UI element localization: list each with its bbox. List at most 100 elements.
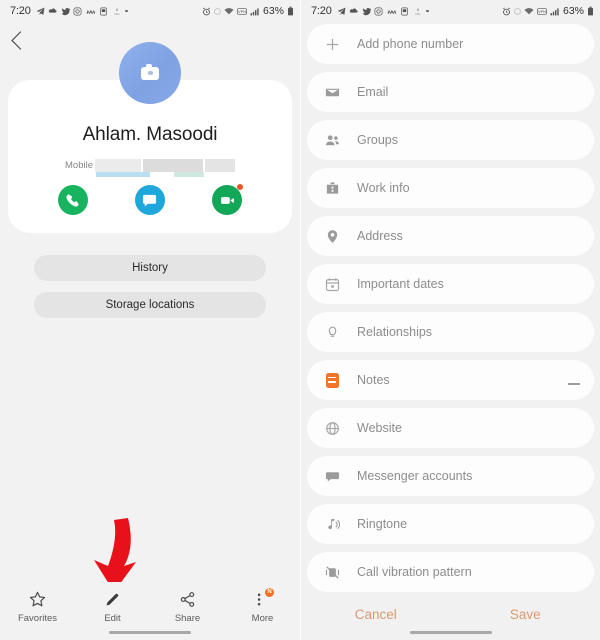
message-icon	[143, 194, 157, 206]
status-bar-system-icons: VPN 63%	[202, 5, 294, 17]
twitter-icon	[362, 7, 371, 16]
field-label: Email	[357, 85, 389, 99]
more-dots-icon: N	[254, 588, 274, 608]
field-website[interactable]: Website	[307, 408, 594, 448]
alarm-icon	[502, 7, 511, 16]
alarm-icon	[202, 7, 211, 16]
contact-details-screen: 7:20 0 KB/s VPN 63% Ahlam. Masoodi Mobil…	[0, 0, 300, 640]
edit-contact-screen: 7:20 0 KB/s VPN 63% Add phone number Ema…	[300, 0, 600, 640]
status-bar-right: 7:20 0 KB/s VPN 63%	[301, 0, 600, 22]
data-saver-icon: 0 KB/s	[112, 7, 122, 16]
edit-fields-list: Add phone number Email Groups Work info	[301, 22, 600, 592]
cloud-icon	[349, 7, 358, 16]
circle-icon	[513, 7, 521, 15]
field-ringtone[interactable]: Ringtone	[307, 504, 594, 544]
status-bar-notification-icons: 0 KB/s	[36, 7, 128, 16]
dual-screenshot-container: 7:20 0 KB/s VPN 63% Ahlam. Masoodi Mobil…	[0, 0, 600, 640]
message-button[interactable]	[134, 185, 165, 215]
notes-icon	[323, 371, 341, 389]
nav-share[interactable]: Share	[150, 590, 225, 624]
field-label: Website	[357, 421, 402, 435]
nav-share-label: Share	[174, 613, 201, 624]
cancel-button[interactable]: Cancel	[301, 607, 451, 622]
pencil-icon	[104, 590, 121, 608]
home-indicator-left	[109, 630, 191, 634]
field-relationships[interactable]: Relationships	[307, 312, 594, 352]
field-call-vibration-pattern[interactable]: Call vibration pattern	[307, 552, 594, 592]
star-icon	[29, 590, 46, 608]
m-icon	[86, 7, 96, 16]
field-notes[interactable]: Notes	[307, 360, 594, 400]
field-address[interactable]: Address	[307, 216, 594, 256]
nav-edit-label: Edit	[104, 613, 121, 624]
status-bar-system-icons-right: VPN 63%	[502, 5, 594, 17]
redacted-phone-number	[95, 159, 235, 172]
globe-icon	[323, 419, 341, 437]
nav-more[interactable]: N More	[225, 588, 300, 624]
field-email[interactable]: Email	[307, 72, 594, 112]
field-important-dates[interactable]: Important dates	[307, 264, 594, 304]
m-icon	[387, 7, 397, 16]
svg-text:0: 0	[417, 7, 419, 12]
home-indicator-right	[409, 630, 492, 634]
field-add-phone-number[interactable]: Add phone number	[307, 24, 594, 64]
status-bar-notification-icons-right: 0 KB/s	[337, 7, 429, 16]
telegram-icon	[36, 7, 45, 16]
field-label: Groups	[357, 133, 398, 147]
instagram-icon	[73, 7, 82, 16]
svg-text:0: 0	[116, 7, 118, 12]
video-badge-icon	[237, 184, 244, 190]
avatar[interactable]	[119, 42, 181, 104]
wifi-icon	[224, 7, 234, 16]
data-saver-icon: 0 KB/s	[413, 7, 423, 16]
relationship-icon	[323, 323, 341, 341]
chat-bubble-icon	[323, 467, 341, 485]
video-camera-icon	[220, 196, 234, 204]
phone-number-row[interactable]: Mobile	[8, 159, 292, 172]
dot-icon	[426, 9, 429, 13]
battery-percentage-right: 63%	[562, 5, 584, 17]
video-call-button[interactable]	[212, 184, 244, 215]
status-bar-clock: 7:20	[10, 5, 31, 17]
nav-edit[interactable]: Edit	[75, 590, 150, 624]
field-label: Messenger accounts	[357, 469, 473, 483]
music-note-icon	[323, 515, 341, 533]
camera-icon	[141, 64, 159, 80]
storage-locations-button[interactable]: Storage locations	[34, 292, 266, 318]
field-label: Relationships	[357, 325, 433, 339]
app-icon	[99, 6, 108, 16]
field-label: Important dates	[357, 277, 444, 291]
battery-percentage: 63%	[262, 5, 284, 17]
history-button[interactable]: History	[34, 255, 266, 281]
field-groups[interactable]: Groups	[307, 120, 594, 160]
vpn-icon: VPN	[237, 7, 247, 16]
field-label: Add phone number	[357, 37, 464, 51]
svg-text:KB/s: KB/s	[415, 11, 421, 15]
vpn-icon: VPN	[537, 7, 547, 16]
quick-actions	[8, 177, 292, 215]
remove-notes-button[interactable]	[568, 373, 580, 388]
people-icon	[323, 131, 341, 149]
cloud-icon	[48, 7, 57, 16]
vibration-off-icon	[323, 563, 341, 581]
calendar-icon	[323, 275, 341, 293]
status-bar-clock-right: 7:20	[311, 5, 332, 17]
briefcase-icon	[323, 179, 341, 197]
signal-icon	[550, 7, 560, 16]
battery-icon	[587, 6, 594, 16]
svg-text:KB/s: KB/s	[114, 11, 120, 15]
instagram-icon	[374, 7, 383, 16]
back-chevron-icon	[11, 30, 30, 50]
field-label: Address	[357, 229, 403, 243]
field-work-info[interactable]: Work info	[307, 168, 594, 208]
svg-text:VPN: VPN	[238, 9, 246, 14]
nav-favorites[interactable]: Favorites	[0, 590, 75, 624]
status-bar-left: 7:20 0 KB/s VPN 63%	[0, 0, 300, 22]
call-button[interactable]	[57, 185, 88, 215]
location-pin-icon	[323, 227, 341, 245]
phone-type-label: Mobile	[65, 160, 93, 171]
field-label: Notes	[357, 373, 390, 387]
field-messenger-accounts[interactable]: Messenger accounts	[307, 456, 594, 496]
phone-icon	[66, 193, 79, 207]
save-button[interactable]: Save	[451, 607, 600, 622]
